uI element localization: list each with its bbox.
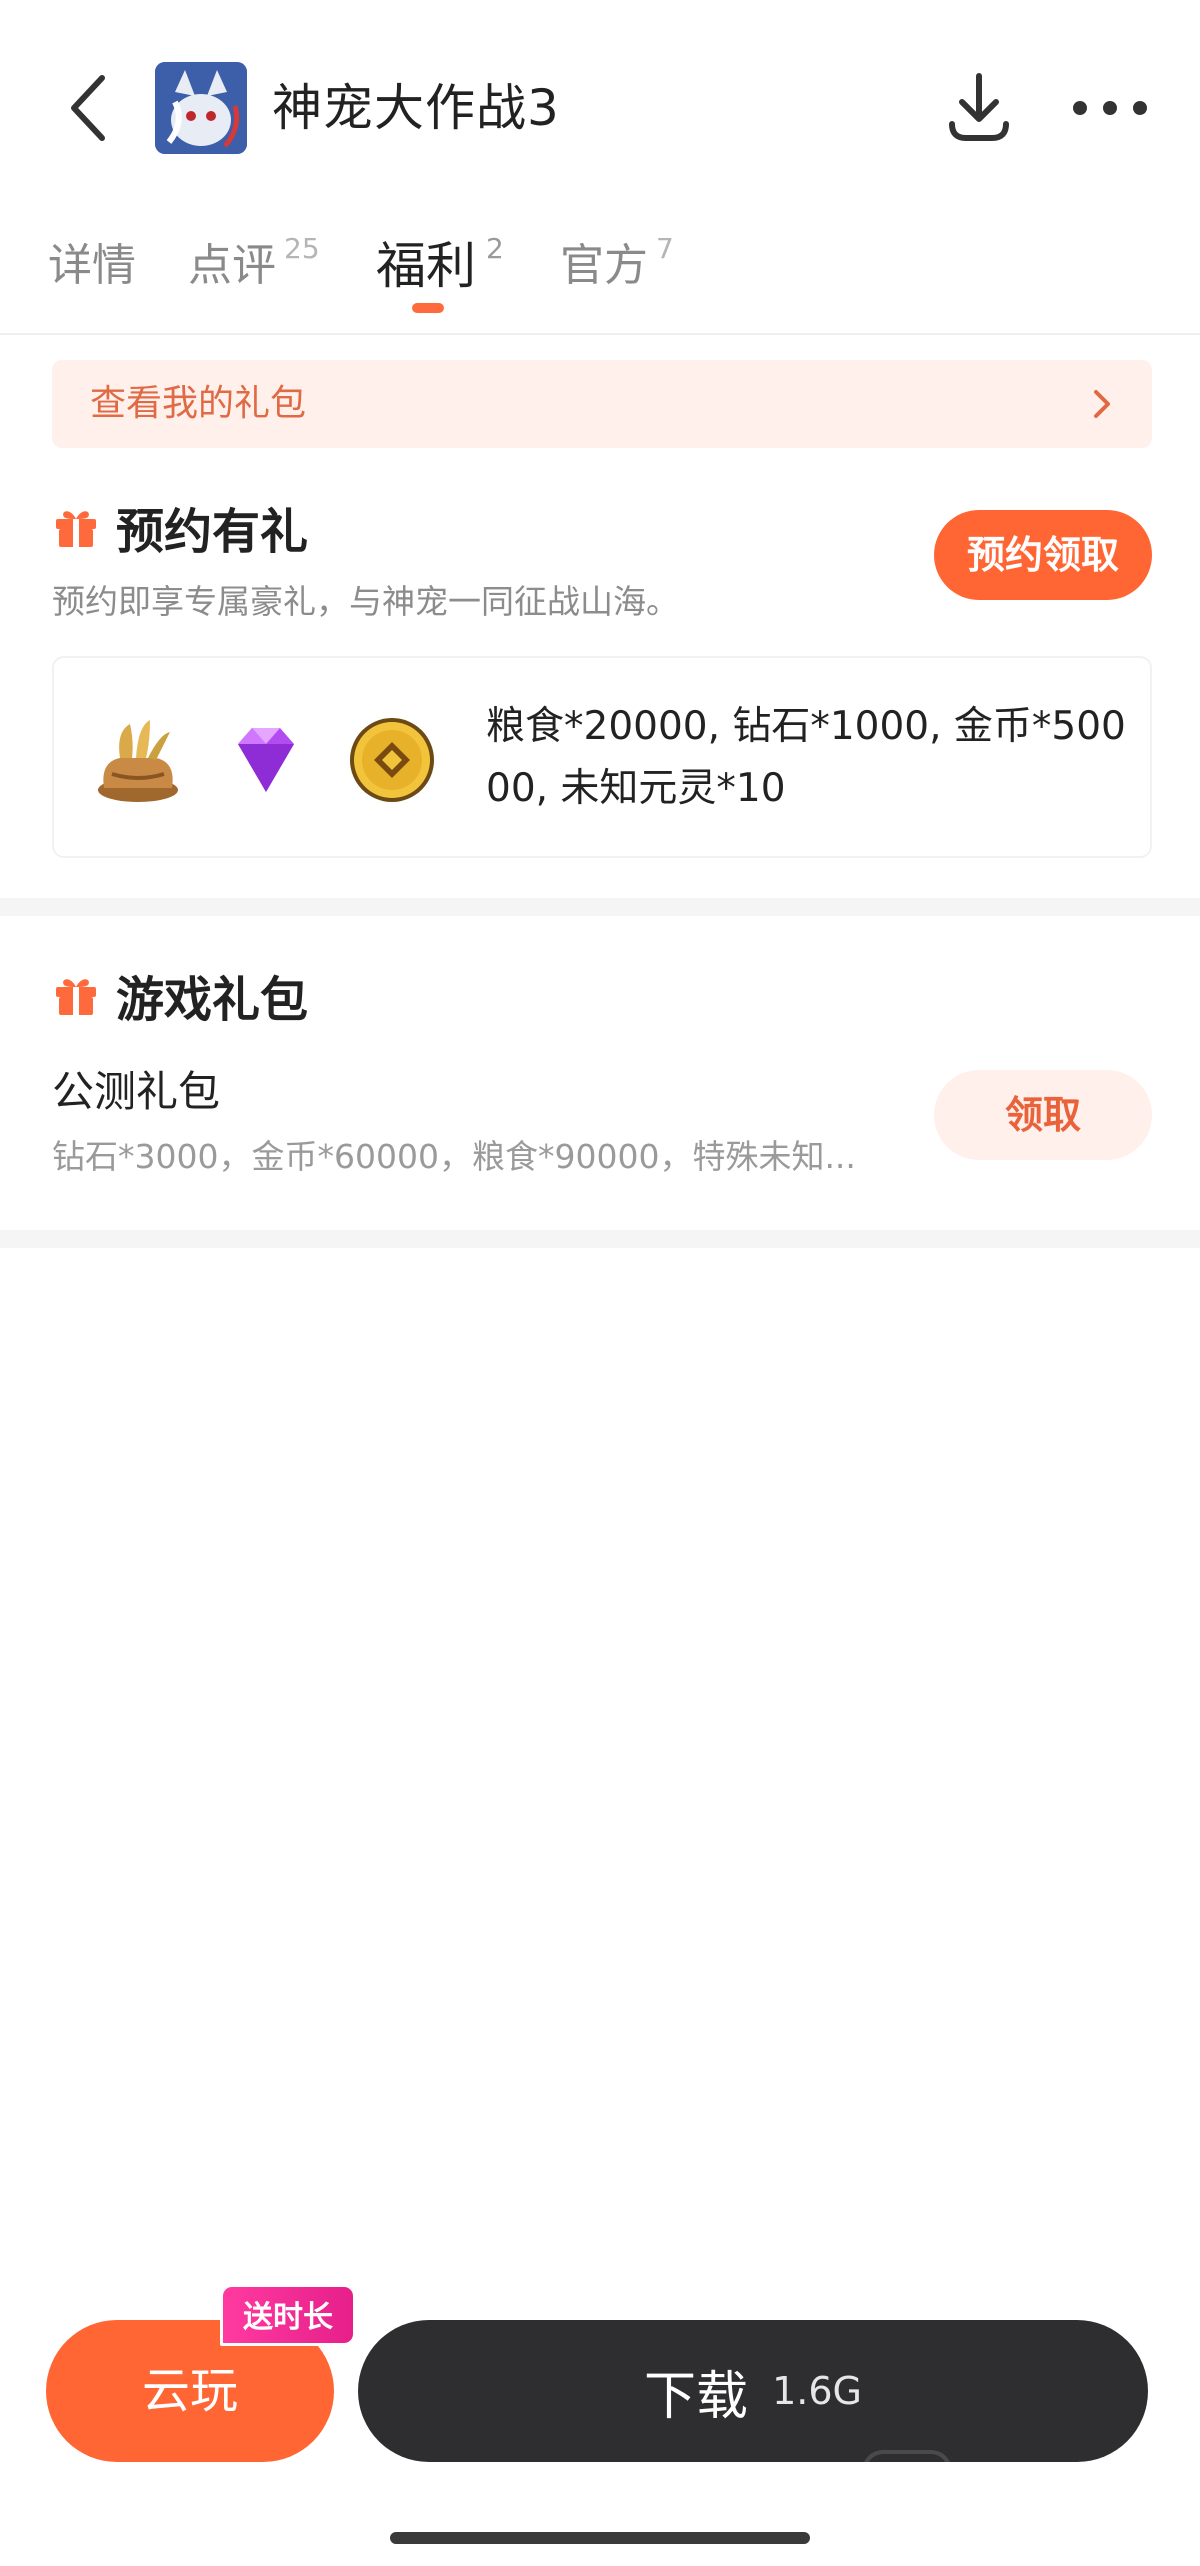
back-button[interactable] bbox=[58, 68, 128, 148]
reward-list-text: 粮食*20000, 钻石*1000, 金币*50000, 未知元灵*10 bbox=[486, 704, 1126, 811]
tab-benefits[interactable]: 福利 2 bbox=[376, 230, 504, 310]
section-divider bbox=[0, 898, 1200, 916]
claim-gift-button[interactable]: 领取 bbox=[934, 1070, 1152, 1160]
grain-sack-icon bbox=[98, 720, 178, 802]
my-gifts-label: 查看我的礼包 bbox=[90, 383, 307, 424]
chevron-left-icon bbox=[71, 75, 105, 141]
app-icon[interactable] bbox=[155, 62, 247, 154]
tab-reviews[interactable]: 点评 25 bbox=[188, 230, 320, 310]
tab-label: 详情 bbox=[48, 240, 136, 291]
app-header: 神宠大作战3 bbox=[0, 0, 1200, 210]
download-label: 下载 bbox=[644, 2366, 749, 2427]
more-button[interactable] bbox=[1070, 78, 1150, 138]
page-title: 神宠大作战3 bbox=[272, 79, 560, 137]
gift-package-description: 钻石*3000，金币*60000，粮食*90000，特殊未知... bbox=[52, 1137, 856, 1176]
mascot-decoration-icon bbox=[864, 2450, 950, 2462]
gold-coin-icon bbox=[350, 718, 434, 802]
download-top-button[interactable] bbox=[944, 68, 1014, 148]
section-divider bbox=[0, 1230, 1200, 1248]
download-button[interactable]: 下载 1.6G bbox=[358, 2320, 1148, 2462]
gift-package-name: 公测礼包 bbox=[52, 1067, 221, 1116]
tab-count: 2 bbox=[486, 232, 504, 265]
tab-bar: 详情 点评 25 福利 2 官方 7 bbox=[0, 210, 1200, 335]
section-title-text: 游戏礼包 bbox=[116, 972, 309, 1028]
promo-badge: 送时长 bbox=[220, 2284, 356, 2346]
reserve-section-title: 预约有礼 bbox=[52, 492, 308, 562]
fox-pet-icon bbox=[155, 62, 247, 154]
tab-count: 25 bbox=[284, 232, 320, 265]
download-icon bbox=[949, 73, 1009, 141]
home-indicator bbox=[390, 2532, 810, 2544]
tab-label: 官方 bbox=[560, 240, 648, 291]
tab-count: 7 bbox=[656, 232, 674, 265]
my-gifts-banner[interactable]: 查看我的礼包 bbox=[52, 360, 1152, 448]
game-gifts-section-title: 游戏礼包 bbox=[52, 960, 308, 1030]
section-title-text: 预约有礼 bbox=[116, 504, 309, 560]
more-dots-icon bbox=[1073, 101, 1147, 115]
tab-label: 点评 bbox=[188, 240, 276, 291]
chevron-right-icon bbox=[1094, 390, 1110, 418]
gift-icon bbox=[56, 979, 96, 1015]
reward-card: 粮食*20000, 钻石*1000, 金币*50000, 未知元灵*10 bbox=[52, 656, 1152, 858]
reserve-description: 预约即享专属豪礼，与神宠一同征战山海。 bbox=[52, 582, 679, 621]
tab-official[interactable]: 官方 7 bbox=[560, 230, 674, 310]
tab-label: 福利 bbox=[376, 237, 476, 295]
gift-icon bbox=[56, 511, 96, 547]
tab-details[interactable]: 详情 bbox=[48, 230, 136, 310]
purple-diamond-icon bbox=[238, 728, 294, 792]
download-size: 1.6G bbox=[772, 2369, 862, 2413]
reserve-claim-button[interactable]: 预约领取 bbox=[934, 510, 1152, 600]
active-tab-indicator bbox=[412, 303, 444, 313]
